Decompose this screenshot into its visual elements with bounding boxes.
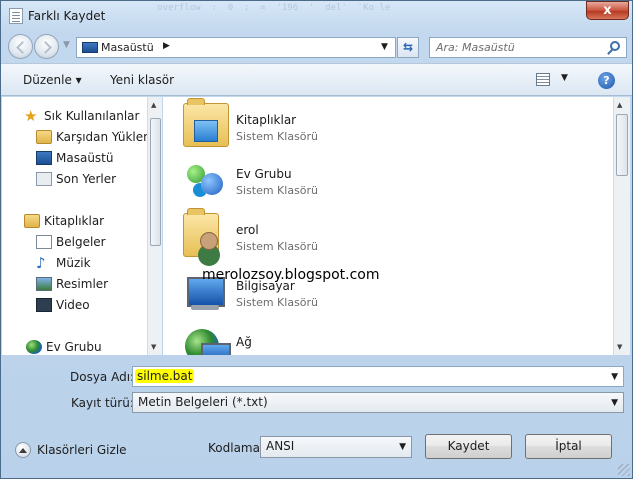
filetype-label: Kayıt türü: <box>71 396 134 410</box>
navpane-label: Sık Kullanılanlar <box>44 109 140 123</box>
filename-field[interactable]: silme.bat ▼ <box>132 366 624 387</box>
item-name: Ağ <box>236 335 252 349</box>
homegroup-icon <box>183 157 229 201</box>
view-dropdown-icon[interactable]: ▼ <box>561 73 568 83</box>
chevron-right-icon[interactable]: ▶ <box>163 41 170 51</box>
item-type: Sistem Klasörü <box>236 296 319 309</box>
item-type: Sistem Klasörü <box>236 130 319 143</box>
list-item[interactable]: erol Sistem Klasörü <box>183 208 483 259</box>
hide-folders-label: Klasörleri Gizle <box>37 443 127 457</box>
notepad-icon <box>9 8 23 24</box>
scroll-up-icon[interactable]: ▲ <box>617 101 622 109</box>
back-button[interactable] <box>8 34 33 59</box>
navpane-label: Masaüstü <box>56 151 114 165</box>
close-button[interactable]: x <box>586 1 629 20</box>
cancel-button[interactable]: İptal <box>525 434 612 459</box>
address-text: Masaüstü <box>101 41 154 54</box>
navpane-label: Video <box>56 298 90 312</box>
navpane-label: Belgeler <box>56 235 106 249</box>
navigation-bar: ▼ Masaüstü ▶ ▼ ⇆ Ara: Masaüstü <box>1 32 632 62</box>
content-scrollbar[interactable]: ▲ ▼ <box>613 97 630 355</box>
item-type: Sistem Klasörü <box>236 240 319 253</box>
desktop-icon <box>82 42 98 53</box>
encoding-label: Kodlama: <box>208 441 265 455</box>
filetype-dropdown-icon[interactable]: ▼ <box>611 398 618 408</box>
navpane-label: Resimler <box>56 277 109 291</box>
filename-label: Dosya Adı: <box>70 370 135 384</box>
filename-dropdown-icon[interactable]: ▼ <box>611 372 618 382</box>
network-icon <box>183 325 231 355</box>
file-list: Kitaplıklar Sistem Klasörü Ev Grubu Sist… <box>163 97 613 355</box>
desktop-icon <box>36 151 52 165</box>
title-bar[interactable]: Farklı Kaydet overflow : 0 ; = '196 ' de… <box>1 1 632 31</box>
music-icon: ♪ <box>36 254 46 272</box>
refresh-icon: ⇆ <box>402 40 414 54</box>
navpane-label: Ev Grubu <box>46 340 102 354</box>
search-box[interactable]: Ara: Masaüstü <box>429 37 627 58</box>
navpane-scrollbar[interactable]: ▲ ▼ <box>147 97 162 355</box>
libraries-folder-icon <box>183 98 229 147</box>
list-item[interactable]: Ağ <box>183 321 483 355</box>
command-bar: Düzenle ▾ Yeni klasör ▼ ? <box>1 63 632 96</box>
resize-grip-icon[interactable] <box>618 464 630 476</box>
item-type: Sistem Klasörü <box>236 184 319 197</box>
filename-value[interactable]: silme.bat <box>135 369 195 383</box>
search-icon[interactable] <box>610 41 620 51</box>
encoding-value: ANSI <box>266 439 295 453</box>
save-button[interactable]: Kaydet <box>425 434 512 459</box>
search-input[interactable]: Ara: Masaüstü <box>436 41 515 54</box>
filetype-select[interactable]: Metin Belgeleri (*.txt) ▼ <box>132 392 624 413</box>
item-name: Ev Grubu <box>236 167 292 181</box>
homegroup-icon <box>26 340 42 354</box>
item-name: Kitaplıklar <box>236 113 297 127</box>
watermark-text: merolozsoy.blogspot.com <box>202 267 380 283</box>
scroll-down-icon[interactable]: ▼ <box>617 343 622 351</box>
list-item[interactable]: Ev Grubu Sistem Klasörü <box>183 153 483 203</box>
save-as-dialog: Farklı Kaydet overflow : 0 ; = '196 ' de… <box>0 0 633 479</box>
navpane-label: Karşıdan Yüklemeler <box>56 130 147 144</box>
help-icon[interactable]: ? <box>598 72 615 89</box>
new-folder-button[interactable]: Yeni klasör <box>110 73 174 87</box>
user-folder-icon <box>183 208 219 257</box>
item-name: erol <box>236 223 259 237</box>
view-options-icon[interactable] <box>536 73 550 86</box>
libraries-icon <box>24 214 40 228</box>
navpane-label: Müzik <box>56 256 91 270</box>
address-dropdown-icon[interactable]: ▼ <box>381 42 388 52</box>
navigation-pane: ★ Sık Kullanılanlar Karşıdan Yüklemeler … <box>2 97 147 355</box>
forward-button[interactable] <box>34 34 59 59</box>
recent-places-icon <box>36 172 52 186</box>
recent-pages-dropdown-icon[interactable]: ▼ <box>63 40 70 50</box>
organize-menu[interactable]: Düzenle ▾ <box>23 73 82 87</box>
scroll-down-icon[interactable]: ▼ <box>151 343 156 351</box>
background-ghost-text: overflow : 0 ; = '196 ' del' `Ko le <box>141 3 391 13</box>
encoding-dropdown-icon[interactable]: ▼ <box>399 442 406 452</box>
documents-icon <box>36 235 52 249</box>
chevron-up-icon <box>15 442 31 458</box>
address-bar[interactable]: Masaüstü ▶ ▼ <box>76 37 396 58</box>
navpane-label: Son Yerler <box>56 172 117 186</box>
encoding-select[interactable]: ANSI ▼ <box>260 436 412 458</box>
scroll-up-icon[interactable]: ▲ <box>151 101 156 109</box>
navpane-label: Kitaplıklar <box>44 214 105 228</box>
navpane-scroll-thumb[interactable] <box>150 118 161 246</box>
filetype-value: Metin Belgeleri (*.txt) <box>138 395 268 409</box>
content-scroll-thumb[interactable] <box>616 114 628 176</box>
video-icon <box>36 298 52 312</box>
star-icon: ★ <box>24 107 38 125</box>
window-title: Farklı Kaydet <box>28 9 106 23</box>
pictures-icon <box>36 277 52 291</box>
refresh-button[interactable]: ⇆ <box>397 37 419 58</box>
download-folder-icon <box>36 130 52 144</box>
list-item[interactable]: Kitaplıklar Sistem Klasörü <box>183 98 483 149</box>
